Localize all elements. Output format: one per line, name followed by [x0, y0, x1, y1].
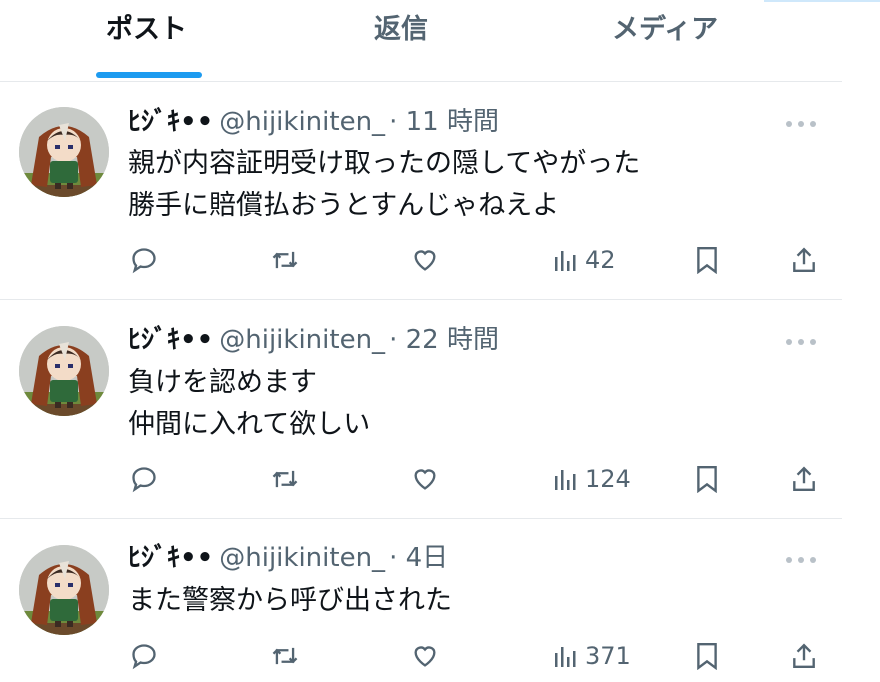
avatar[interactable]: [19, 545, 109, 635]
timestamp[interactable]: · 4日: [389, 543, 448, 573]
post[interactable]: ﾋｼﾞｷ•• @hijikiniten_ · 11 時間 親が内容証明受け取ったの隠…: [0, 83, 842, 300]
bookmark-button[interactable]: [695, 243, 719, 277]
views-button[interactable]: 124: [553, 462, 631, 496]
views-icon: [555, 251, 576, 271]
tab-replies[interactable]: 返信: [374, 12, 428, 48]
share-icon: [793, 247, 815, 272]
more-icon[interactable]: [784, 113, 818, 133]
post-text-line: 仲間に入れて欲しい: [128, 409, 371, 440]
more-icon[interactable]: [784, 331, 818, 351]
reply-button[interactable]: [130, 243, 158, 277]
tab-media[interactable]: メディア: [612, 12, 718, 48]
reply-icon: [132, 644, 156, 670]
handle[interactable]: @hijikiniten_: [219, 325, 385, 355]
repost-icon: [272, 647, 298, 665]
more-icon[interactable]: [784, 549, 818, 569]
bookmark-icon: [697, 465, 717, 493]
timestamp[interactable]: · 11 時間: [389, 107, 499, 137]
handle[interactable]: @hijikiniten_: [219, 543, 385, 573]
like-button[interactable]: [411, 462, 439, 496]
avatar[interactable]: [19, 107, 109, 197]
views-count: 124: [585, 465, 631, 493]
post[interactable]: ﾋｼﾞｷ•• @hijikiniten_ · 4日 また警察から呼び出された 371: [0, 519, 842, 682]
repost-icon: [272, 251, 298, 269]
post-text-line: 負けを認めます: [128, 367, 317, 398]
handle[interactable]: @hijikiniten_: [219, 107, 385, 137]
share-icon: [793, 643, 815, 668]
like-icon: [414, 469, 436, 490]
post-text-line: また警察から呼び出された: [128, 585, 452, 616]
repost-button[interactable]: [270, 243, 300, 277]
like-icon: [414, 646, 436, 667]
reply-icon: [132, 467, 156, 493]
reply-button[interactable]: [130, 639, 158, 673]
views-count: 42: [585, 246, 616, 274]
display-name[interactable]: ﾋｼﾞｷ••: [128, 107, 213, 137]
active-tab-indicator: [96, 72, 202, 78]
views-button[interactable]: 371: [553, 639, 631, 673]
views-icon: [555, 470, 576, 490]
bookmark-icon: [697, 642, 717, 670]
reply-button[interactable]: [130, 462, 158, 496]
avatar[interactable]: [19, 326, 109, 416]
tab-posts[interactable]: ポスト: [106, 12, 187, 48]
bookmark-button[interactable]: [695, 639, 719, 673]
bookmark-icon: [697, 246, 717, 274]
repost-button[interactable]: [270, 462, 300, 496]
repost-icon: [272, 470, 298, 488]
post-text-line: 親が内容証明受け取ったの隠してやがった: [128, 148, 641, 179]
post-header: ﾋｼﾞｷ•• @hijikiniten_ · 22 時間: [128, 323, 499, 357]
views-button[interactable]: 42: [553, 243, 616, 277]
post-text-line: 勝手に賠償払おうとすんじゃねえよ: [128, 190, 560, 221]
bookmark-button[interactable]: [695, 462, 719, 496]
views-count: 371: [585, 642, 631, 670]
profile-tabs: ポスト 返信 メディア: [0, 0, 842, 82]
like-button[interactable]: [411, 243, 439, 277]
share-button[interactable]: [791, 243, 817, 277]
like-button[interactable]: [411, 639, 439, 673]
reply-icon: [132, 248, 156, 274]
share-button[interactable]: [791, 639, 817, 673]
views-icon: [555, 647, 576, 667]
like-icon: [414, 250, 436, 271]
post-header: ﾋｼﾞｷ•• @hijikiniten_ · 4日: [128, 541, 448, 575]
share-icon: [793, 466, 815, 491]
share-button[interactable]: [791, 462, 817, 496]
timestamp[interactable]: · 22 時間: [389, 325, 499, 355]
post[interactable]: ﾋｼﾞｷ•• @hijikiniten_ · 22 時間 負けを認めます 仲間に入れ…: [0, 300, 842, 519]
post-header: ﾋｼﾞｷ•• @hijikiniten_ · 11 時間: [128, 105, 499, 139]
display-name[interactable]: ﾋｼﾞｷ••: [128, 325, 213, 355]
repost-button[interactable]: [270, 639, 300, 673]
display-name[interactable]: ﾋｼﾞｷ••: [128, 543, 213, 573]
